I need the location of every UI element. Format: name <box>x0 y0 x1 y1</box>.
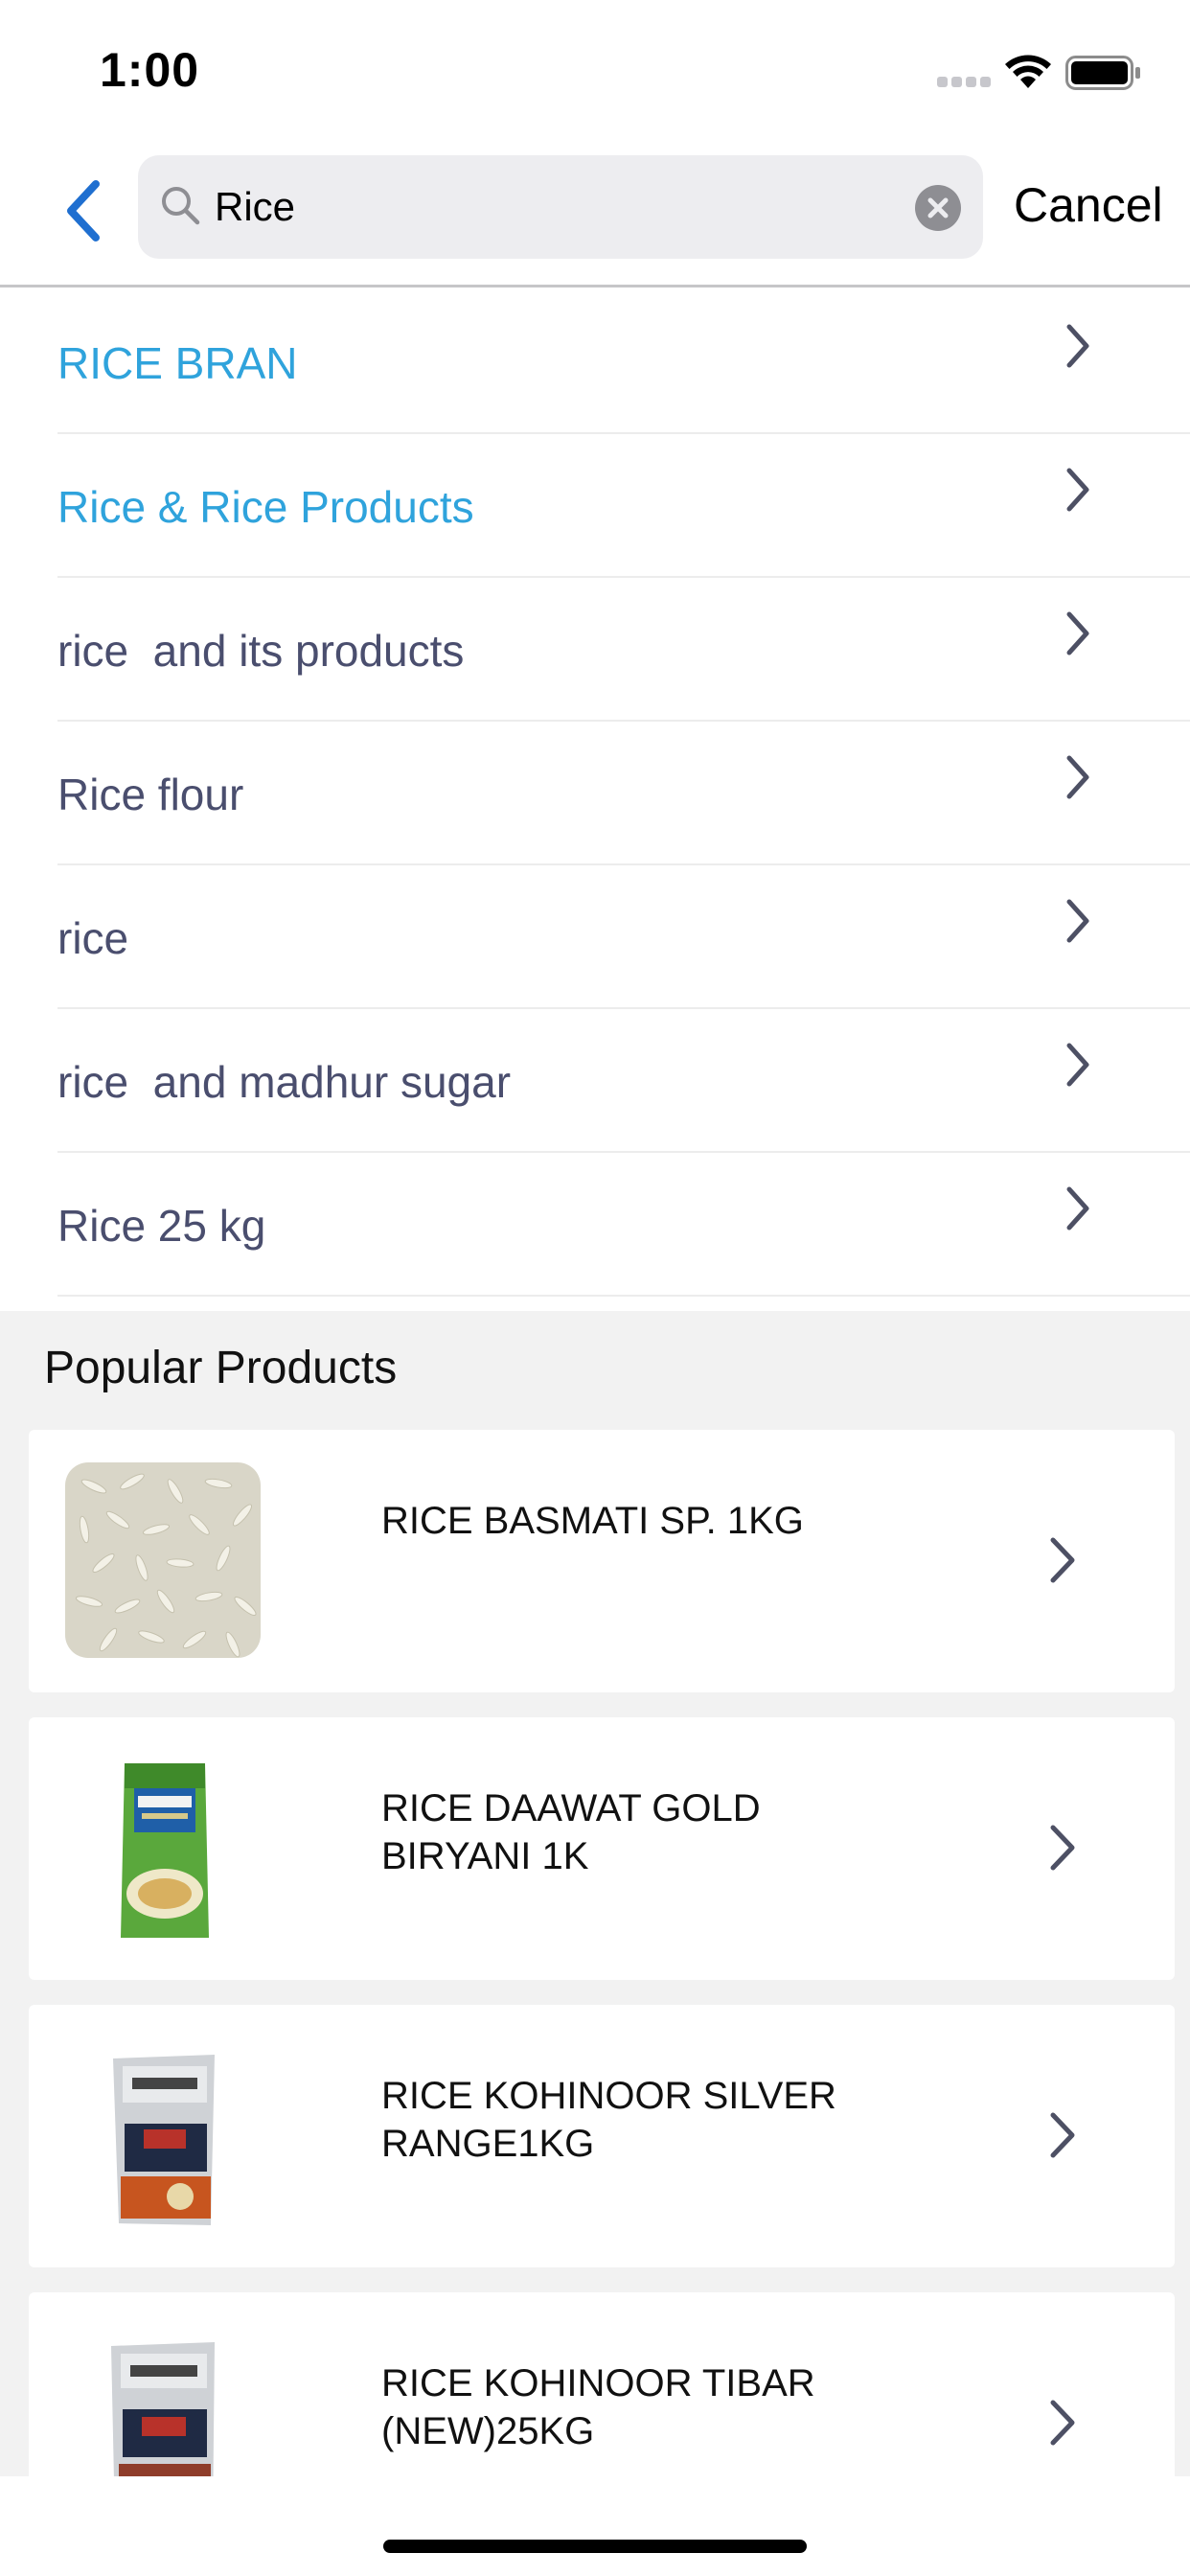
product-name: RICE BASMATI SP. 1KG <box>381 1500 804 1542</box>
kohinoor-silver-pack-image <box>65 2037 261 2233</box>
cancel-button[interactable]: Cancel <box>1014 176 1163 234</box>
suggestion-list: RICE BRAN Rice & Rice Products rice and … <box>0 290 1190 1297</box>
product-name: RICE KOHINOOR TIBAR (NEW)25KG <box>381 2362 815 2452</box>
suggestion-item[interactable]: RICE BRAN <box>0 290 1190 434</box>
suggestion-label: rice <box>57 913 129 963</box>
product-card[interactable]: RICE KOHINOOR SILVER RANGE1KG <box>29 2005 1175 2267</box>
search-field[interactable]: Rice <box>138 155 983 259</box>
chevron-right-icon <box>1050 1537 1075 1583</box>
product-card[interactable]: RICE BASMATI SP. 1KG <box>29 1430 1175 1692</box>
suggestion-item[interactable]: rice and its products <box>0 578 1190 722</box>
section-title: Popular Products <box>44 1343 398 1393</box>
battery-icon <box>1065 56 1140 90</box>
search-header: Rice Cancel <box>0 134 1190 288</box>
bottom-safe-area <box>0 2476 1190 2576</box>
cellular-signal-icon <box>937 77 993 88</box>
suggestion-item[interactable]: Rice flour <box>0 722 1190 865</box>
product-name: RICE DAAWAT GOLD BIRYANI 1K <box>381 1787 761 1877</box>
status-time: 1:00 <box>100 43 200 97</box>
suggestion-item[interactable]: rice <box>0 865 1190 1009</box>
status-bar: 1:00 <box>0 0 1190 134</box>
daawat-biryani-pack-image <box>65 1750 261 1945</box>
chevron-right-icon <box>1050 2400 1075 2446</box>
chevron-right-icon <box>1066 899 1089 943</box>
chevron-right-icon <box>1066 611 1089 656</box>
product-card[interactable]: RICE DAAWAT GOLD BIRYANI 1K <box>29 1717 1175 1980</box>
suggestion-label: Rice flour <box>57 770 244 819</box>
chevron-right-icon <box>1066 1186 1089 1230</box>
suggestion-label: rice and madhur sugar <box>57 1057 512 1107</box>
chevron-right-icon <box>1066 324 1089 368</box>
home-indicator[interactable] <box>383 2540 807 2553</box>
chevron-right-icon <box>1050 1825 1075 1871</box>
chevron-right-icon <box>1066 1043 1089 1087</box>
popular-products-section: Popular Products RICE BASMATI SP. 1KG RI… <box>0 1311 1190 2576</box>
chevron-right-icon <box>1066 468 1089 512</box>
search-input[interactable]: Rice <box>215 182 295 232</box>
suggestion-label: Rice 25 kg <box>57 1201 266 1251</box>
chevron-right-icon <box>1050 2112 1075 2158</box>
suggestion-label: RICE BRAN <box>57 338 298 388</box>
rice-grains-image <box>65 1462 261 1658</box>
search-icon <box>162 187 200 225</box>
clear-search-icon[interactable] <box>914 184 962 232</box>
back-chevron-icon[interactable] <box>57 172 115 249</box>
suggestion-item[interactable]: rice and madhur sugar <box>0 1009 1190 1153</box>
suggestion-label: rice and its products <box>57 626 465 676</box>
suggestion-label: Rice & Rice Products <box>57 482 474 532</box>
chevron-right-icon <box>1066 755 1089 799</box>
product-name: RICE KOHINOOR SILVER RANGE1KG <box>381 2075 836 2165</box>
suggestion-item[interactable]: Rice & Rice Products <box>0 434 1190 578</box>
wifi-icon <box>1005 55 1051 88</box>
suggestion-item[interactable]: Rice 25 kg <box>0 1153 1190 1297</box>
